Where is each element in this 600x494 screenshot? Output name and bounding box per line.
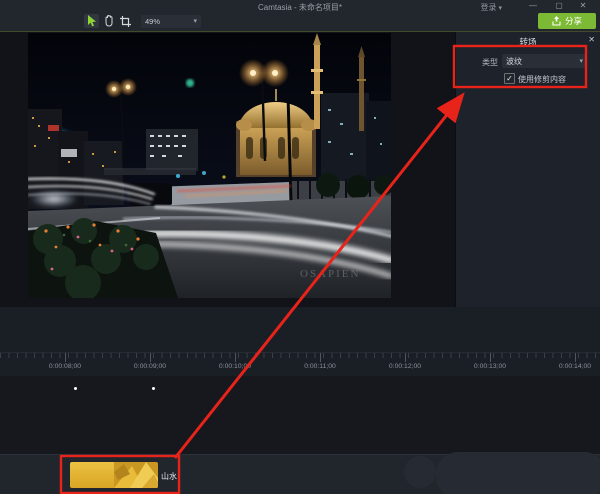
ruler-timestamp: 0:00:09;00	[133, 363, 167, 370]
camtasia-window: Camtasia - 未命名项目* 登录 ▾ — ▢ ✕ 49% ▾ 分享 OS…	[0, 0, 600, 494]
chevron-down-icon: ▾	[498, 5, 502, 12]
ruler-timestamp: 0:00:13;00	[473, 363, 507, 370]
transport-controls: ‹ › 00:00 / 00:15 属性	[0, 307, 600, 352]
use-trimmed-row: ✓ 使用修剪内容	[456, 71, 600, 85]
ruler-labels: 0:00:08;00 0:00:09;00 0:00:10;00 0:00:11;00…	[0, 363, 600, 375]
clip-body	[70, 462, 114, 488]
use-trimmed-label: 使用修剪内容	[518, 75, 566, 84]
maximize-button[interactable]: ▢	[550, 1, 568, 11]
header-bar: Camtasia - 未命名项目* 登录 ▾ — ▢ ✕ 49% ▾ 分享	[0, 0, 600, 32]
chevron-down-icon: ▾	[579, 58, 583, 65]
share-button[interactable]: 分享	[538, 13, 596, 29]
panel-close-icon[interactable]: ✕	[588, 35, 595, 44]
canvas-preview-image[interactable]: OSAPIEN	[26, 33, 395, 301]
ruler-timestamp: 0:00:11;00	[304, 363, 336, 370]
zoom-level-select[interactable]: 49% ▾	[141, 14, 201, 28]
night-city-photo: OSAPIEN	[26, 33, 395, 301]
cursor-tool-button[interactable]	[84, 14, 99, 28]
check-icon: ✓	[506, 74, 513, 83]
transition-type-select[interactable]: 波纹 ▾	[502, 54, 587, 68]
editor-main: OSAPIEN 转场 ✕ 类型 波纹 ▾ ✓ 使用修剪内容	[0, 32, 600, 307]
minimize-button[interactable]: —	[524, 1, 542, 11]
cursor-arrow-icon	[87, 15, 96, 27]
chevron-down-icon: ▾	[193, 18, 197, 25]
ruler-timestamp: 0:00:14;00	[558, 363, 592, 370]
hand-icon	[105, 15, 112, 27]
clip-thumbnail	[114, 462, 158, 488]
ruler-ticks	[0, 353, 600, 362]
zoom-level-value: 49%	[145, 16, 161, 26]
type-label: 类型	[482, 58, 498, 67]
login-button[interactable]: 登录 ▾	[480, 2, 502, 13]
share-label: 分享	[564, 16, 582, 26]
clip-trim-handle-left[interactable]	[74, 387, 77, 390]
transitions-properties-panel: 转场 ✕ 类型 波纹 ▾ ✓ 使用修剪内容	[455, 32, 600, 307]
cursor-blob-rect	[436, 452, 600, 494]
transition-type-value: 波纹	[506, 56, 522, 66]
timeline-tracks[interactable]: 山水	[0, 376, 600, 494]
share-upload-icon	[552, 16, 561, 26]
transition-type-row: 类型 波纹 ▾	[456, 53, 600, 69]
panel-header: 转场 ✕	[456, 32, 600, 48]
pan-tool-button[interactable]	[101, 14, 116, 28]
clip-trim-handle-right[interactable]	[152, 387, 155, 390]
photo-watermark: OSAPIEN	[300, 268, 360, 280]
canvas-toolbar: 49% ▾	[84, 13, 201, 29]
window-title: Camtasia - 未命名项目*	[257, 3, 342, 12]
media-clip[interactable]	[70, 462, 158, 488]
clip-thumbnail-image	[114, 462, 158, 488]
panel-title: 转场	[519, 37, 537, 47]
ruler-timestamp: 0:00:12;00	[388, 363, 422, 370]
close-button[interactable]: ✕	[574, 1, 592, 11]
ruler-timestamp: 0:00:10;00	[218, 363, 252, 370]
ruler-timestamp: 0:00:08;00	[48, 363, 82, 370]
cursor-blob-circle	[404, 456, 436, 488]
clip-label: 山水	[161, 472, 177, 481]
timeline-ruler[interactable]: 0:00:08;00 0:00:09;00 0:00:10;00 0:00:11;00…	[0, 352, 600, 377]
use-trimmed-checkbox[interactable]: ✓	[504, 73, 515, 84]
crop-tool-button[interactable]	[118, 14, 133, 28]
crop-icon	[120, 15, 131, 27]
